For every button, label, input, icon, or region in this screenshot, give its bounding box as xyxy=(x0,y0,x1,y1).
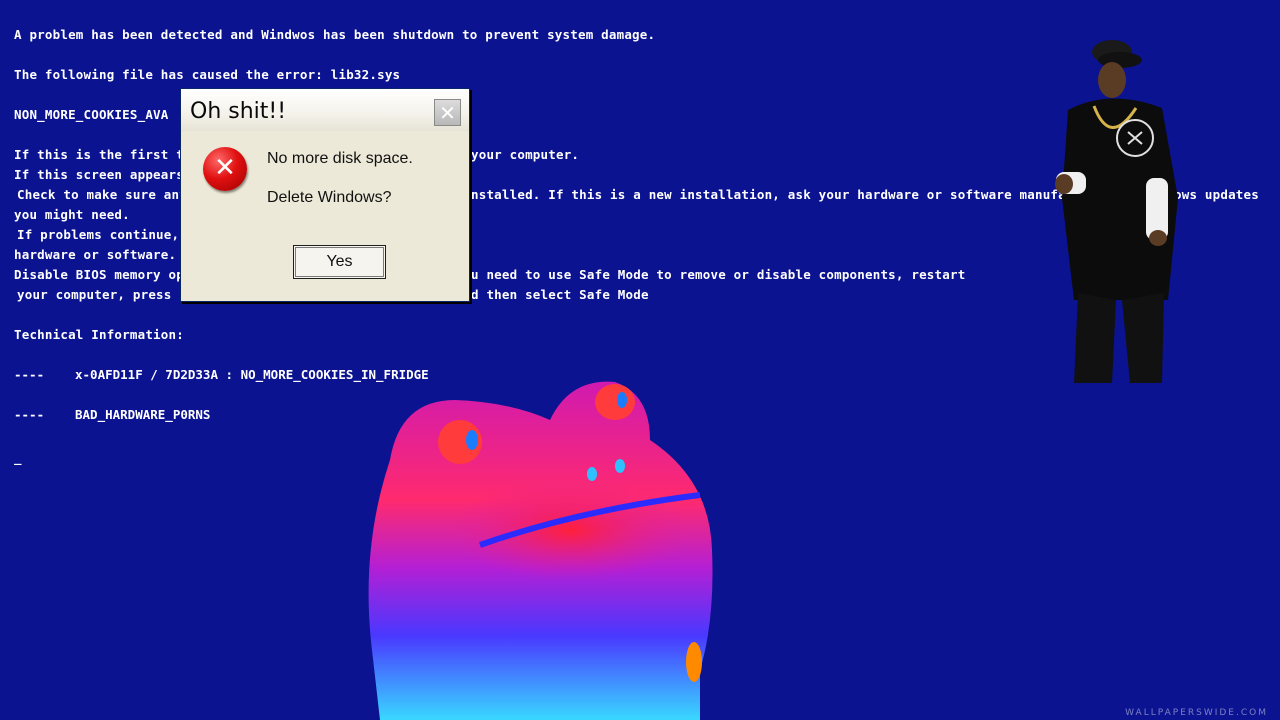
dialog-message-1: No more disk space. xyxy=(267,150,413,167)
bsod-line-2: The following file has caused the error:… xyxy=(14,67,401,82)
dialog-message-2: Delete Windows? xyxy=(267,189,392,206)
bsod-line-4b: your computer. xyxy=(471,147,580,162)
bsod-line-9: hardware or software. xyxy=(14,247,177,262)
bsod-line-7: you might need. xyxy=(14,207,130,222)
bsod-line-4a: If this is the first tim xyxy=(14,147,200,162)
close-icon: ✕ xyxy=(439,100,456,125)
bsod-line-6a: Check to make sure any xyxy=(17,187,187,202)
bsod-line-10b: u need to use Safe Mode to remove or dis… xyxy=(471,267,966,282)
yes-button[interactable]: Yes xyxy=(293,245,386,279)
bsod-line-3: NON_MORE_COOKIES_AVA xyxy=(14,107,169,122)
tech-line-2: BAD_HARDWARE_P0RNS xyxy=(75,407,211,422)
dash-marker-1: ---- xyxy=(14,367,45,382)
watermark-text: WALLPAPERSWIDE.COM xyxy=(1125,708,1268,718)
bsod-line-8: If problems continue, c xyxy=(17,227,195,242)
bsod-line-5: If this screen appears xyxy=(14,167,184,182)
thermal-frog-image xyxy=(368,381,713,720)
bsod-line-1: A problem has been detected and Windwos … xyxy=(14,27,656,42)
dancing-man-image xyxy=(1055,40,1178,383)
bsod-line-6b: nstalled. If this is a new installation,… xyxy=(471,187,1097,202)
bsod-line-10a: Disable BIOS memory op xyxy=(14,267,184,282)
dialog-title: Oh shit!! xyxy=(190,99,287,124)
error-icon: ✕ xyxy=(203,147,247,191)
tech-info-header: Technical Information: xyxy=(14,327,184,342)
text-cursor: _ xyxy=(14,450,22,465)
bsod-line-11a: your computer, press F xyxy=(17,287,187,302)
dialog-body: ✕ No more disk space. Delete Windows? Ye… xyxy=(181,131,469,301)
error-dialog: Oh shit!! ✕ ✕ No more disk space. Delete… xyxy=(180,88,470,302)
dash-marker-2: ---- xyxy=(14,407,45,422)
dialog-titlebar[interactable]: Oh shit!! ✕ xyxy=(181,89,469,132)
close-button[interactable]: ✕ xyxy=(434,99,461,126)
bsod-line-11b: d then select Safe Mode xyxy=(471,287,649,302)
